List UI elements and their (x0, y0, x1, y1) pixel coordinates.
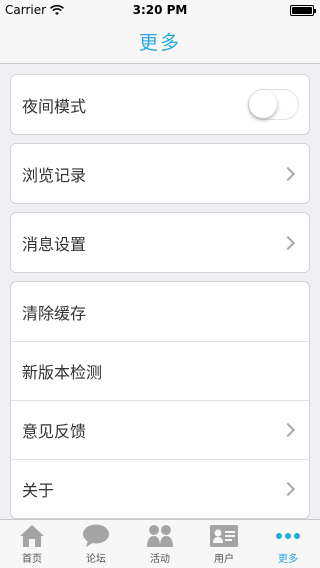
tab-label: 论坛 (86, 554, 106, 565)
tab-home[interactable]: 首页 (0, 520, 64, 568)
row-label: 夜间模式 (22, 96, 87, 116)
more-dots-icon (273, 523, 303, 549)
status-bar: Carrier 3:20 PM (0, 0, 320, 20)
chevron-right-icon (280, 422, 296, 438)
row-feedback[interactable]: 意见反馈 (11, 400, 309, 459)
tab-user[interactable]: 用户 (192, 520, 256, 568)
tab-bar: 首页 论坛 活动 用户 更多 (0, 519, 320, 568)
chevron-right-icon (280, 166, 296, 181)
tab-activity[interactable]: 活动 (128, 520, 192, 568)
chevron-right-icon (280, 481, 296, 497)
row-label: 意见反馈 (22, 422, 87, 441)
tab-label: 用户 (214, 554, 234, 565)
row-clear-cache[interactable]: 清除缓存 (11, 282, 309, 341)
group-history: 浏览记录 (10, 143, 310, 204)
group-night-mode: 夜间模式 (10, 74, 310, 135)
row-night-mode: 夜间模式 (11, 75, 309, 134)
id-card-icon (209, 523, 239, 549)
home-icon (17, 523, 47, 549)
row-browsing-history[interactable]: 浏览记录 (11, 144, 309, 203)
battery-icon (290, 5, 316, 16)
tab-forum[interactable]: 论坛 (64, 520, 128, 568)
row-label: 清除缓存 (22, 303, 87, 323)
settings-list[interactable]: 夜间模式 浏览记录 消息设置 清除缓存 新版本检测 意见反馈 关于 (0, 65, 320, 519)
row-label: 关于 (22, 481, 55, 500)
tab-more[interactable]: 更多 (256, 520, 320, 568)
row-label: 浏览记录 (22, 165, 87, 185)
group-icon (145, 523, 175, 549)
night-mode-switch[interactable] (248, 89, 299, 120)
row-label: 新版本检测 (22, 363, 103, 382)
row-message-settings[interactable]: 消息设置 (11, 213, 309, 272)
tab-label: 首页 (22, 554, 42, 565)
navigation-bar: 更多 (0, 20, 320, 64)
group-messages: 消息设置 (10, 212, 310, 273)
status-time: 3:20 PM (132, 3, 188, 17)
page-title: 更多 (138, 32, 181, 54)
group-misc: 清除缓存 新版本检测 意见反馈 关于 (10, 281, 310, 519)
tab-label: 活动 (150, 554, 170, 565)
row-check-update[interactable]: 新版本检测 (11, 341, 309, 400)
tab-label: 更多 (278, 554, 298, 565)
chat-bubble-icon (81, 523, 111, 549)
row-label: 消息设置 (22, 234, 87, 254)
chevron-right-icon (280, 235, 296, 250)
row-about[interactable]: 关于 (11, 459, 309, 518)
